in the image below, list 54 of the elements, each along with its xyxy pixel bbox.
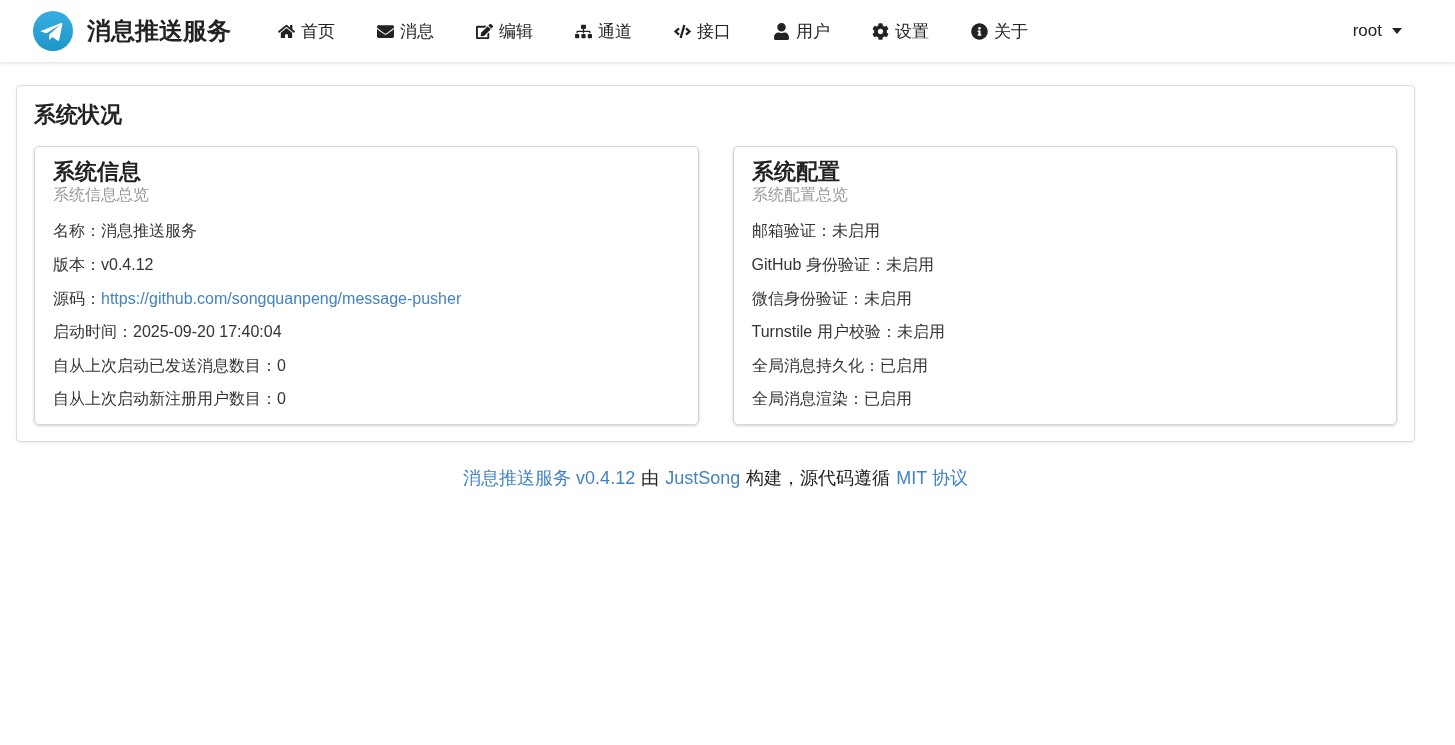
info-value: 0 <box>277 390 286 408</box>
user-dropdown[interactable]: root <box>1352 21 1402 41</box>
sitemap-icon <box>575 22 592 40</box>
nav-link[interactable]: 通道 <box>554 19 653 43</box>
panel-title: 系统状况 <box>34 101 123 129</box>
info-value: 已启用 <box>879 356 928 374</box>
paper-plane-logo-icon <box>33 11 73 51</box>
info-value: v0.4.12 <box>101 256 154 273</box>
nav-link[interactable]: 消息 <box>356 19 455 43</box>
footer-link[interactable]: 消息推送服务 v0.4.12 <box>463 467 636 488</box>
brand-title: 消息推送服务 <box>87 16 231 46</box>
info-label: 自从上次启动新注册用户数目： <box>53 390 277 408</box>
info-label: 全局消息持久化： <box>751 356 880 374</box>
info-label: 源码： <box>53 289 101 307</box>
info-label: 自从上次启动已发送消息数目： <box>53 356 277 374</box>
footer-text: 构建，源代码遵循 <box>746 467 891 488</box>
info-label: 启动时间： <box>53 323 133 341</box>
home-icon <box>278 22 295 40</box>
card-subtitle: 系统配置总览 <box>751 185 849 206</box>
info-value: 未启用 <box>831 222 880 240</box>
info-value: 2025-09-20 17:40:04 <box>133 323 282 341</box>
code-icon <box>674 22 691 40</box>
info-value: 未启用 <box>896 323 945 341</box>
nav-link[interactable]: 编辑 <box>455 19 554 43</box>
info-label: 版本： <box>53 256 101 273</box>
info-value: 0 <box>277 356 286 374</box>
info-label: GitHub 身份验证： <box>751 256 886 273</box>
info-label: 全局消息渲染： <box>751 390 864 408</box>
nav-link[interactable]: 接口 <box>653 19 752 43</box>
settings-icon <box>872 22 889 40</box>
info-value: 已启用 <box>863 390 912 408</box>
card-subtitle: 系统信息总览 <box>53 185 150 206</box>
edit-icon <box>476 22 493 40</box>
info-label: 邮箱验证： <box>751 222 832 240</box>
card-title: 系统信息 <box>53 159 142 186</box>
source-link[interactable]: https://github.com/songquanpeng/message-pusher <box>101 289 462 307</box>
info-label: Turnstile 用户校验： <box>751 323 897 341</box>
footer-link[interactable]: JustSong <box>665 467 741 488</box>
info-label: 微信身份验证： <box>751 289 864 307</box>
nav-link[interactable]: 设置 <box>851 19 950 43</box>
user-icon <box>773 22 790 40</box>
footer-link[interactable]: MIT 协议 <box>896 467 968 488</box>
card-title: 系统配置 <box>751 159 841 186</box>
nav-link[interactable]: 用户 <box>752 19 851 43</box>
footer-text: 由 <box>641 467 660 488</box>
nav-link[interactable]: 关于 <box>950 19 1049 43</box>
info-icon <box>971 22 988 40</box>
info-label: 名称： <box>53 222 101 240</box>
info-value: 未启用 <box>863 289 912 307</box>
envelope-icon <box>377 22 394 40</box>
caret-icon <box>1392 28 1402 34</box>
nav-link[interactable]: 首页 <box>257 19 356 43</box>
info-value: 未启用 <box>885 256 934 273</box>
info-value: 消息推送服务 <box>101 222 197 240</box>
